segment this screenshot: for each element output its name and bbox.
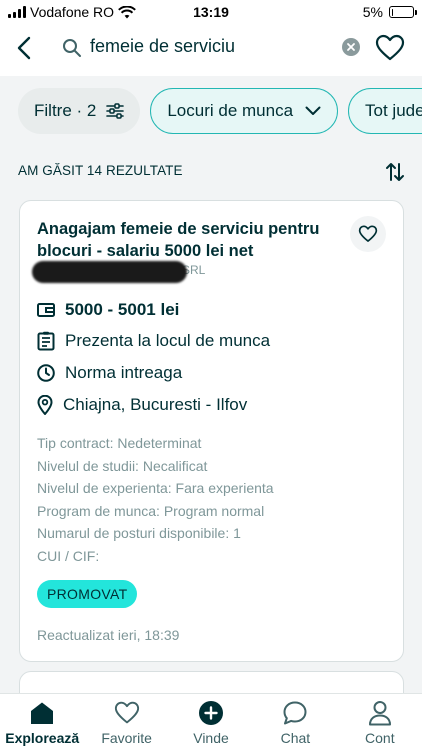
heart-icon xyxy=(114,700,140,726)
location-row: Chiajna, Bucuresti - Ilfov xyxy=(37,395,247,415)
nav-account-label: Cont xyxy=(365,730,395,746)
promoted-badge: PROMOVAT xyxy=(37,580,138,608)
back-button[interactable] xyxy=(10,34,38,62)
updated-timestamp: Reactualizat ieri, 18:39 xyxy=(37,627,180,643)
status-time: 13:19 xyxy=(193,4,229,20)
listing-card[interactable]: Anagajam femeie de serviciu pentru blocu… xyxy=(19,200,404,662)
work-mode-text: Prezenta la locul de munca xyxy=(65,331,271,350)
home-icon xyxy=(29,700,55,726)
battery-percent: 5% xyxy=(362,4,383,20)
detail-line: CUI / CIF: xyxy=(37,547,100,564)
search-input[interactable]: femeie de serviciu xyxy=(90,36,235,57)
location-pin-icon xyxy=(37,395,53,415)
nav-favorites-label: Favorite xyxy=(101,730,152,746)
listing-title[interactable]: Anagajam femeie de serviciu pentru blocu… xyxy=(37,218,337,262)
redaction-mark xyxy=(32,261,187,283)
heart-icon xyxy=(358,225,378,242)
status-right: 5% xyxy=(362,4,417,20)
location-text: Chiajna, Bucuresti - Ilfov xyxy=(63,395,248,414)
search-header: femeie de serviciu xyxy=(0,24,422,76)
chevron-down-icon xyxy=(305,106,321,115)
nav-favorites[interactable]: Favorite xyxy=(84,694,168,750)
clipboard-icon xyxy=(37,331,55,351)
clear-search-icon[interactable] xyxy=(342,38,360,56)
battery-icon xyxy=(389,6,417,18)
chevron-left-icon xyxy=(17,36,31,60)
filters-chip[interactable]: Filtre · 2 xyxy=(18,88,141,134)
schedule-text: Norma intreaga xyxy=(65,363,183,382)
plus-circle-icon xyxy=(198,700,224,726)
detail-line: Nivelul de experienta: Fara experienta xyxy=(37,480,274,497)
detail-line: Tip contract: Nedeterminat xyxy=(37,435,202,451)
results-count: AM GĂSIT 14 REZULTATE xyxy=(18,163,183,178)
sliders-icon xyxy=(106,103,125,119)
wallet-icon xyxy=(37,303,55,317)
schedule-row: Norma intreaga xyxy=(37,363,182,383)
nav-chat[interactable]: Chat xyxy=(253,694,337,750)
bottom-nav: Explorează Favorite Vinde Chat Cont xyxy=(0,693,422,750)
user-icon xyxy=(367,700,393,726)
nav-account[interactable]: Cont xyxy=(338,694,422,750)
nav-explore-label: Explorează xyxy=(5,730,80,746)
category-chip-label: Locuri de munca xyxy=(167,101,294,120)
nav-chat-label: Chat xyxy=(280,730,311,746)
location-chip[interactable]: Tot județul xyxy=(348,88,422,134)
nav-sell[interactable]: Vinde xyxy=(169,694,253,750)
work-mode-row: Prezenta la locul de munca xyxy=(37,331,270,351)
location-chip-label: Tot județul xyxy=(365,101,422,120)
listing-favorite-button[interactable] xyxy=(350,216,386,252)
sort-icon[interactable] xyxy=(384,161,406,183)
status-bar: Vodafone RO 13:19 5% xyxy=(0,0,422,24)
nav-sell-label: Vinde xyxy=(193,730,229,746)
detail-line: Numarul de posturi disponibile: 1 xyxy=(37,525,241,542)
battery-fill xyxy=(391,8,393,16)
chat-icon xyxy=(282,700,308,726)
save-search-heart-icon[interactable] xyxy=(375,34,405,62)
clock-icon xyxy=(37,364,55,382)
search-icon xyxy=(63,39,81,57)
salary-row: 5000 - 5001 lei xyxy=(37,300,179,320)
detail-line: Program de munca: Program normal xyxy=(37,502,265,519)
category-chip[interactable]: Locuri de munca xyxy=(150,88,339,134)
salary-value: 5000 - 5001 lei xyxy=(65,300,180,319)
filters-chip-label: Filtre · 2 xyxy=(34,101,97,120)
nav-explore[interactable]: Explorează xyxy=(0,694,84,750)
detail-line: Nivelul de studii: Necalificat xyxy=(37,457,208,474)
filter-bar: Filtre · 2 Locuri de munca Tot județul xyxy=(18,88,422,136)
listing-details: Tip contract: Nedeterminat Nivelul de st… xyxy=(37,432,274,568)
